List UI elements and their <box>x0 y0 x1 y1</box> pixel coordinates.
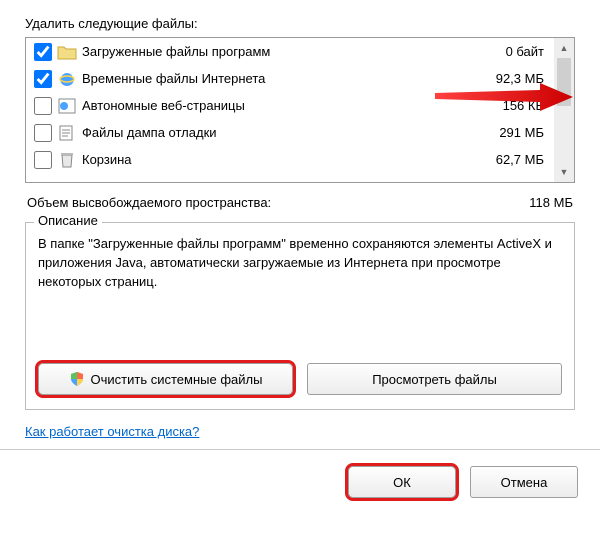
cancel-button[interactable]: Отмена <box>470 466 578 498</box>
free-space-label: Объем высвобождаемого пространства: <box>27 195 271 210</box>
file-list: Загруженные файлы программ0 байтВременны… <box>25 37 575 183</box>
file-checkbox[interactable] <box>34 70 52 88</box>
file-size: 0 байт <box>460 44 550 59</box>
file-row[interactable]: Автономные веб-страницы156 КБ <box>26 92 554 119</box>
ok-button[interactable]: ОК <box>348 466 456 498</box>
ie-icon <box>56 69 78 89</box>
file-size: 291 МБ <box>460 125 550 140</box>
dump-icon <box>56 123 78 143</box>
folder-icon <box>56 42 78 62</box>
bin-icon <box>56 150 78 170</box>
scroll-thumb[interactable] <box>557 58 571 106</box>
description-group: Описание В папке "Загруженные файлы прог… <box>25 222 575 410</box>
file-checkbox[interactable] <box>34 151 52 169</box>
description-text: В папке "Загруженные файлы программ" вре… <box>38 235 562 347</box>
file-checkbox[interactable] <box>34 124 52 142</box>
file-name: Корзина <box>82 152 460 167</box>
web-icon <box>56 96 78 116</box>
files-heading: Удалить следующие файлы: <box>25 16 575 31</box>
file-name: Файлы дампа отладки <box>82 125 460 140</box>
view-button-label: Просмотреть файлы <box>372 372 497 387</box>
scrollbar[interactable]: ▲ ▼ <box>554 38 574 182</box>
file-size: 92,3 МБ <box>460 71 550 86</box>
file-name: Загруженные файлы программ <box>82 44 460 59</box>
file-row[interactable]: Файлы дампа отладки291 МБ <box>26 119 554 146</box>
file-name: Временные файлы Интернета <box>82 71 460 86</box>
file-row[interactable]: Временные файлы Интернета92,3 МБ <box>26 65 554 92</box>
file-row[interactable]: Корзина62,7 МБ <box>26 146 554 173</box>
file-size: 62,7 МБ <box>460 152 550 167</box>
view-files-button[interactable]: Просмотреть файлы <box>307 363 562 395</box>
clean-system-files-button[interactable]: Очистить системные файлы <box>38 363 293 395</box>
clean-button-label: Очистить системные файлы <box>91 372 263 387</box>
file-name: Автономные веб-страницы <box>82 98 460 113</box>
scroll-up-icon[interactable]: ▲ <box>554 38 574 58</box>
description-legend: Описание <box>34 213 102 228</box>
free-space-value: 118 МБ <box>529 195 573 210</box>
file-checkbox[interactable] <box>34 43 52 61</box>
shield-icon <box>69 371 85 387</box>
file-checkbox[interactable] <box>34 97 52 115</box>
file-size: 156 КБ <box>460 98 550 113</box>
file-row[interactable]: Загруженные файлы программ0 байт <box>26 38 554 65</box>
scroll-down-icon[interactable]: ▼ <box>554 162 574 182</box>
help-link[interactable]: Как работает очистка диска? <box>25 424 199 439</box>
